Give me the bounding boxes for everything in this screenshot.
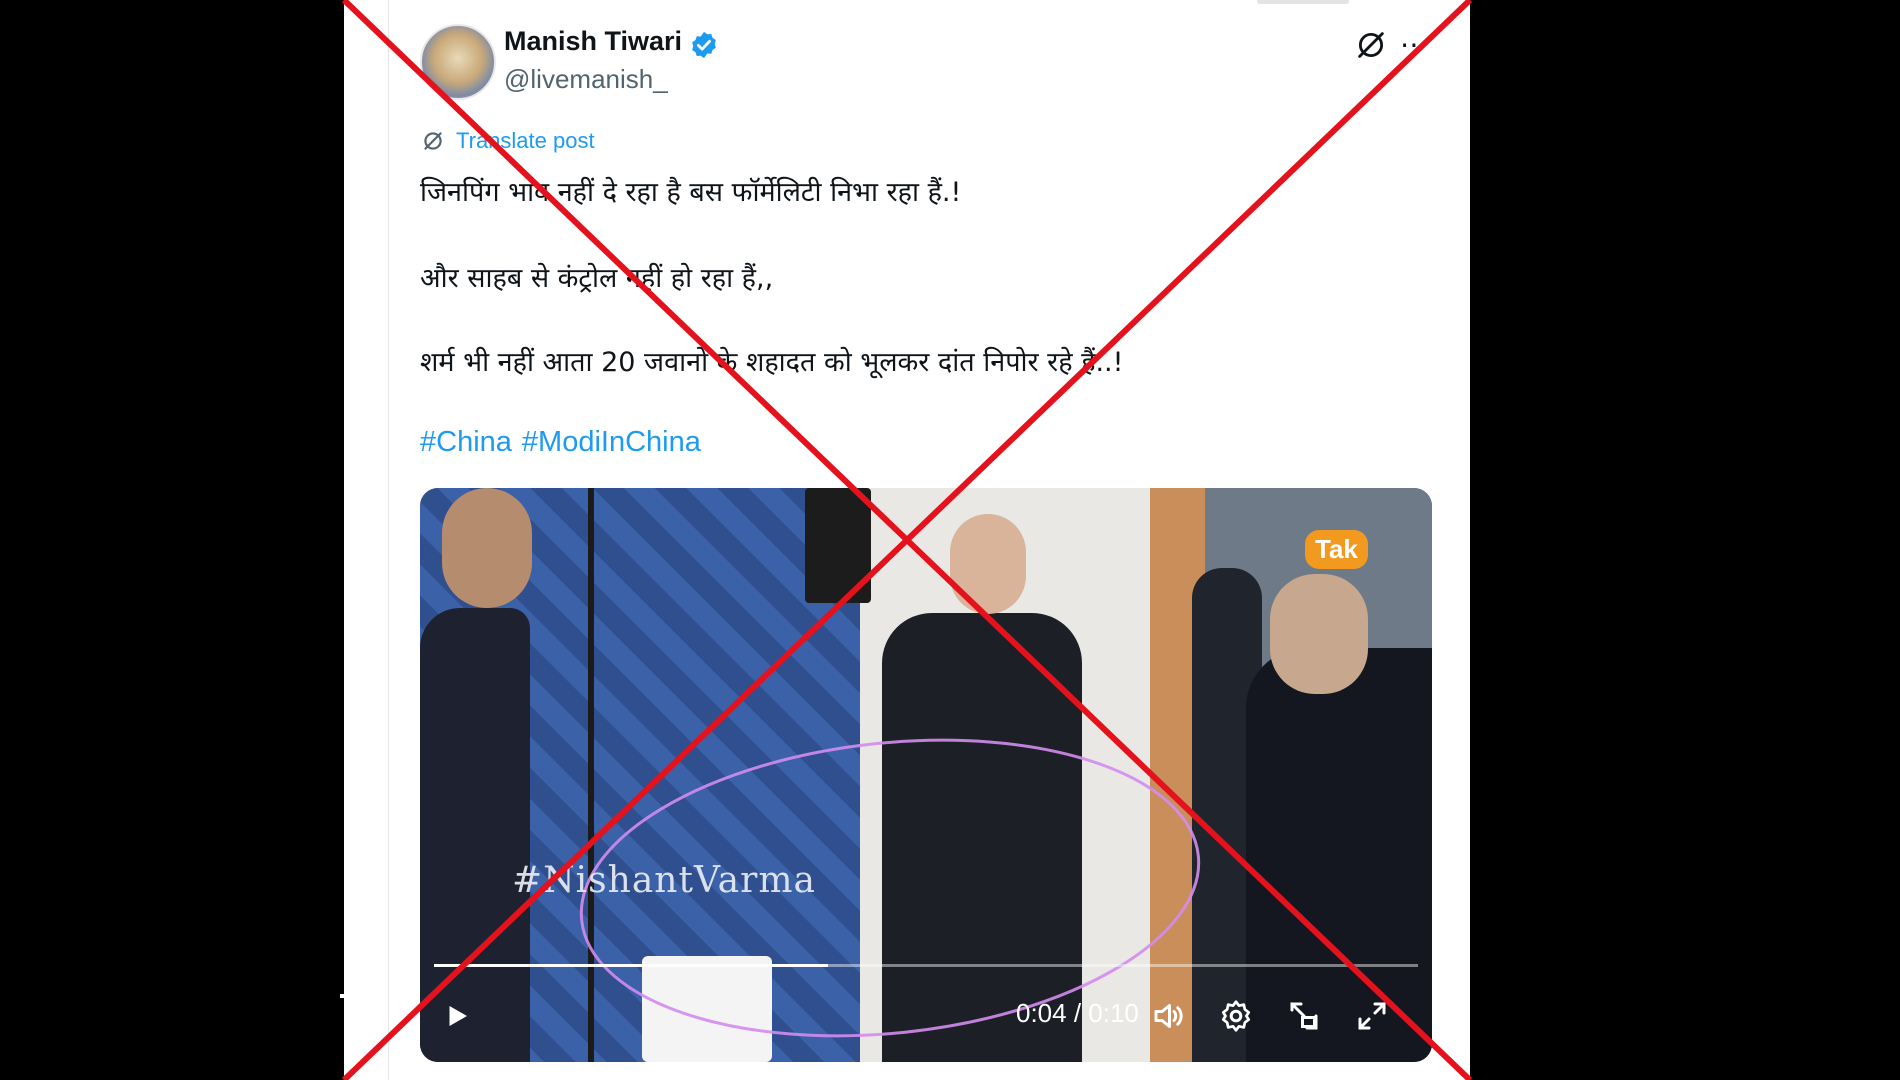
- picture-in-picture-icon[interactable]: [1286, 998, 1322, 1034]
- volume-icon[interactable]: [1150, 998, 1186, 1034]
- fullscreen-icon[interactable]: [1354, 998, 1390, 1034]
- video-progress-fill: [434, 964, 828, 967]
- video-progress-bar[interactable]: [434, 964, 1418, 967]
- translate-post-link[interactable]: Translate post: [420, 128, 595, 154]
- post-text-line-2: और साहब से कंट्रोल नहीं हो रहा हैं,,: [420, 263, 774, 294]
- verified-badge-icon: [692, 31, 716, 59]
- more-icon[interactable]: ⋯: [1400, 28, 1428, 61]
- highlight-ellipse: [579, 738, 1201, 1038]
- column-divider: [388, 0, 389, 1080]
- video-controls: 0:04 / 0:10: [420, 988, 1432, 1048]
- author-handle[interactable]: @livemanish_: [504, 64, 668, 95]
- post-text-line-3: शर्म भी नहीं आता 20 जवानों के शहादत को भ…: [420, 347, 1124, 378]
- post-panel: Manish Tiwari @livemanish_ ⋯ Translate p…: [344, 0, 1470, 1080]
- hashtag-link[interactable]: #ModiInChina: [522, 426, 701, 459]
- play-icon[interactable]: [442, 998, 472, 1034]
- post-text-line-1: जिनपिंग भाव नहीं दे रहा है बस फॉर्मेलिटी…: [420, 177, 962, 208]
- video-time: 0:04 / 0:10: [1016, 998, 1139, 1028]
- author-name[interactable]: Manish Tiwari: [504, 26, 682, 57]
- translate-post-label[interactable]: Translate post: [456, 128, 595, 154]
- top-tab-stub: [1257, 0, 1349, 4]
- author-avatar[interactable]: [420, 24, 496, 100]
- grok-icon[interactable]: [1354, 28, 1388, 62]
- hashtag-link[interactable]: #China: [420, 426, 512, 459]
- video-watermark: #NishantVarma: [512, 860, 816, 901]
- channel-badge: Tak: [1305, 530, 1368, 569]
- translate-icon: [424, 132, 442, 150]
- video-player[interactable]: Tak #NishantVarma 0:04 / 0:10: [420, 488, 1432, 1062]
- hashtag-row: #China #ModiInChina: [420, 426, 701, 459]
- settings-icon[interactable]: [1218, 998, 1254, 1034]
